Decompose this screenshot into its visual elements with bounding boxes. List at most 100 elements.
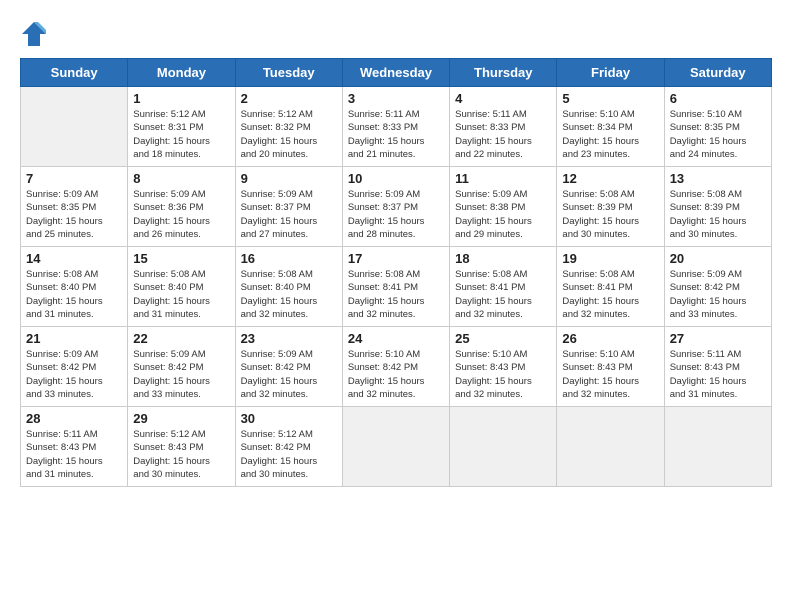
weekday-header-saturday: Saturday bbox=[664, 59, 771, 87]
day-info: Sunrise: 5:09 AMSunset: 8:42 PMDaylight:… bbox=[133, 348, 229, 401]
day-number: 15 bbox=[133, 251, 229, 266]
day-number: 29 bbox=[133, 411, 229, 426]
day-number: 26 bbox=[562, 331, 658, 346]
day-info: Sunrise: 5:08 AMSunset: 8:41 PMDaylight:… bbox=[455, 268, 551, 321]
calendar-cell: 24 Sunrise: 5:10 AMSunset: 8:42 PMDayligh… bbox=[342, 327, 449, 407]
day-number: 21 bbox=[26, 331, 122, 346]
calendar-cell: 19 Sunrise: 5:08 AMSunset: 8:41 PMDayligh… bbox=[557, 247, 664, 327]
day-info: Sunrise: 5:08 AMSunset: 8:39 PMDaylight:… bbox=[670, 188, 766, 241]
calendar-cell: 6 Sunrise: 5:10 AMSunset: 8:35 PMDaylight… bbox=[664, 87, 771, 167]
calendar-cell: 14Sunrise: 5:08 AMSunset: 8:40 PMDayligh… bbox=[21, 247, 128, 327]
calendar-row: 28 Sunrise: 5:11 AMSunset: 8:43 PMDayligh… bbox=[21, 407, 772, 487]
calendar-cell bbox=[557, 407, 664, 487]
weekday-header-sunday: Sunday bbox=[21, 59, 128, 87]
weekday-header-monday: Monday bbox=[128, 59, 235, 87]
day-info: Sunrise: 5:08 AMSunset: 8:40 PMDaylight:… bbox=[26, 268, 122, 321]
day-info: Sunrise: 5:09 AMSunset: 8:42 PMDaylight:… bbox=[241, 348, 337, 401]
calendar-cell bbox=[664, 407, 771, 487]
calendar-cell: 1Sunrise: 5:12 AMSunset: 8:31 PMDaylight… bbox=[128, 87, 235, 167]
day-number: 9 bbox=[241, 171, 337, 186]
calendar-cell bbox=[450, 407, 557, 487]
day-number: 16 bbox=[241, 251, 337, 266]
calendar-cell: 5 Sunrise: 5:10 AMSunset: 8:34 PMDaylight… bbox=[557, 87, 664, 167]
day-info: Sunrise: 5:09 AMSunset: 8:37 PMDaylight:… bbox=[241, 188, 337, 241]
logo-icon bbox=[20, 20, 48, 48]
calendar-cell: 27 Sunrise: 5:11 AMSunset: 8:43 PMDayligh… bbox=[664, 327, 771, 407]
day-info: Sunrise: 5:11 AMSunset: 8:43 PMDaylight:… bbox=[26, 428, 122, 481]
day-number: 4 bbox=[455, 91, 551, 106]
day-number: 23 bbox=[241, 331, 337, 346]
day-info: Sunrise: 5:09 AMSunset: 8:37 PMDaylight:… bbox=[348, 188, 444, 241]
day-number: 6 bbox=[670, 91, 766, 106]
calendar-row: 7 Sunrise: 5:09 AMSunset: 8:35 PMDaylight… bbox=[21, 167, 772, 247]
day-info: Sunrise: 5:12 AMSunset: 8:43 PMDaylight:… bbox=[133, 428, 229, 481]
day-number: 3 bbox=[348, 91, 444, 106]
calendar-cell bbox=[21, 87, 128, 167]
calendar-cell: 4Sunrise: 5:11 AMSunset: 8:33 PMDaylight… bbox=[450, 87, 557, 167]
calendar-cell: 30 Sunrise: 5:12 AMSunset: 8:42 PMDayligh… bbox=[235, 407, 342, 487]
calendar-row: 21 Sunrise: 5:09 AMSunset: 8:42 PMDayligh… bbox=[21, 327, 772, 407]
calendar-row: 1Sunrise: 5:12 AMSunset: 8:31 PMDaylight… bbox=[21, 87, 772, 167]
calendar-cell: 28 Sunrise: 5:11 AMSunset: 8:43 PMDayligh… bbox=[21, 407, 128, 487]
day-number: 27 bbox=[670, 331, 766, 346]
calendar-cell: 13 Sunrise: 5:08 AMSunset: 8:39 PMDayligh… bbox=[664, 167, 771, 247]
calendar-cell: 9 Sunrise: 5:09 AMSunset: 8:37 PMDaylight… bbox=[235, 167, 342, 247]
day-number: 30 bbox=[241, 411, 337, 426]
day-info: Sunrise: 5:10 AMSunset: 8:43 PMDaylight:… bbox=[455, 348, 551, 401]
calendar-cell: 25 Sunrise: 5:10 AMSunset: 8:43 PMDayligh… bbox=[450, 327, 557, 407]
day-number: 7 bbox=[26, 171, 122, 186]
day-info: Sunrise: 5:09 AMSunset: 8:42 PMDaylight:… bbox=[26, 348, 122, 401]
day-info: Sunrise: 5:12 AMSunset: 8:31 PMDaylight:… bbox=[133, 108, 229, 161]
page-header bbox=[20, 20, 772, 48]
day-info: Sunrise: 5:09 AMSunset: 8:35 PMDaylight:… bbox=[26, 188, 122, 241]
calendar-cell: 7 Sunrise: 5:09 AMSunset: 8:35 PMDaylight… bbox=[21, 167, 128, 247]
day-number: 20 bbox=[670, 251, 766, 266]
calendar-cell: 15 Sunrise: 5:08 AMSunset: 8:40 PMDayligh… bbox=[128, 247, 235, 327]
day-info: Sunrise: 5:08 AMSunset: 8:41 PMDaylight:… bbox=[562, 268, 658, 321]
day-info: Sunrise: 5:09 AMSunset: 8:42 PMDaylight:… bbox=[670, 268, 766, 321]
day-number: 24 bbox=[348, 331, 444, 346]
day-info: Sunrise: 5:09 AMSunset: 8:38 PMDaylight:… bbox=[455, 188, 551, 241]
day-info: Sunrise: 5:10 AMSunset: 8:43 PMDaylight:… bbox=[562, 348, 658, 401]
calendar-cell: 12Sunrise: 5:08 AMSunset: 8:39 PMDayligh… bbox=[557, 167, 664, 247]
day-info: Sunrise: 5:08 AMSunset: 8:39 PMDaylight:… bbox=[562, 188, 658, 241]
day-info: Sunrise: 5:08 AMSunset: 8:41 PMDaylight:… bbox=[348, 268, 444, 321]
day-info: Sunrise: 5:12 AMSunset: 8:42 PMDaylight:… bbox=[241, 428, 337, 481]
day-number: 5 bbox=[562, 91, 658, 106]
day-number: 18 bbox=[455, 251, 551, 266]
calendar-cell bbox=[342, 407, 449, 487]
calendar-cell: 29 Sunrise: 5:12 AMSunset: 8:43 PMDayligh… bbox=[128, 407, 235, 487]
calendar-cell: 18 Sunrise: 5:08 AMSunset: 8:41 PMDayligh… bbox=[450, 247, 557, 327]
weekday-header-thursday: Thursday bbox=[450, 59, 557, 87]
calendar-cell: 16 Sunrise: 5:08 AMSunset: 8:40 PMDayligh… bbox=[235, 247, 342, 327]
day-info: Sunrise: 5:12 AMSunset: 8:32 PMDaylight:… bbox=[241, 108, 337, 161]
day-number: 13 bbox=[670, 171, 766, 186]
day-info: Sunrise: 5:10 AMSunset: 8:35 PMDaylight:… bbox=[670, 108, 766, 161]
calendar-cell: 26 Sunrise: 5:10 AMSunset: 8:43 PMDayligh… bbox=[557, 327, 664, 407]
weekday-header-wednesday: Wednesday bbox=[342, 59, 449, 87]
calendar-cell: 17 Sunrise: 5:08 AMSunset: 8:41 PMDayligh… bbox=[342, 247, 449, 327]
calendar-cell: 20 Sunrise: 5:09 AMSunset: 8:42 PMDayligh… bbox=[664, 247, 771, 327]
day-number: 17 bbox=[348, 251, 444, 266]
day-info: Sunrise: 5:08 AMSunset: 8:40 PMDaylight:… bbox=[241, 268, 337, 321]
weekday-header-tuesday: Tuesday bbox=[235, 59, 342, 87]
day-number: 25 bbox=[455, 331, 551, 346]
weekday-header-friday: Friday bbox=[557, 59, 664, 87]
day-info: Sunrise: 5:11 AMSunset: 8:43 PMDaylight:… bbox=[670, 348, 766, 401]
calendar-cell: 23 Sunrise: 5:09 AMSunset: 8:42 PMDayligh… bbox=[235, 327, 342, 407]
day-number: 28 bbox=[26, 411, 122, 426]
day-number: 2 bbox=[241, 91, 337, 106]
day-number: 11 bbox=[455, 171, 551, 186]
day-number: 22 bbox=[133, 331, 229, 346]
calendar-cell: 11 Sunrise: 5:09 AMSunset: 8:38 PMDayligh… bbox=[450, 167, 557, 247]
day-number: 19 bbox=[562, 251, 658, 266]
calendar-cell: 2 Sunrise: 5:12 AMSunset: 8:32 PMDaylight… bbox=[235, 87, 342, 167]
weekday-header-row: SundayMondayTuesdayWednesdayThursdayFrid… bbox=[21, 59, 772, 87]
logo bbox=[20, 20, 52, 48]
day-info: Sunrise: 5:10 AMSunset: 8:34 PMDaylight:… bbox=[562, 108, 658, 161]
calendar-cell: 22 Sunrise: 5:09 AMSunset: 8:42 PMDayligh… bbox=[128, 327, 235, 407]
day-info: Sunrise: 5:09 AMSunset: 8:36 PMDaylight:… bbox=[133, 188, 229, 241]
day-info: Sunrise: 5:10 AMSunset: 8:42 PMDaylight:… bbox=[348, 348, 444, 401]
day-info: Sunrise: 5:08 AMSunset: 8:40 PMDaylight:… bbox=[133, 268, 229, 321]
day-number: 8 bbox=[133, 171, 229, 186]
